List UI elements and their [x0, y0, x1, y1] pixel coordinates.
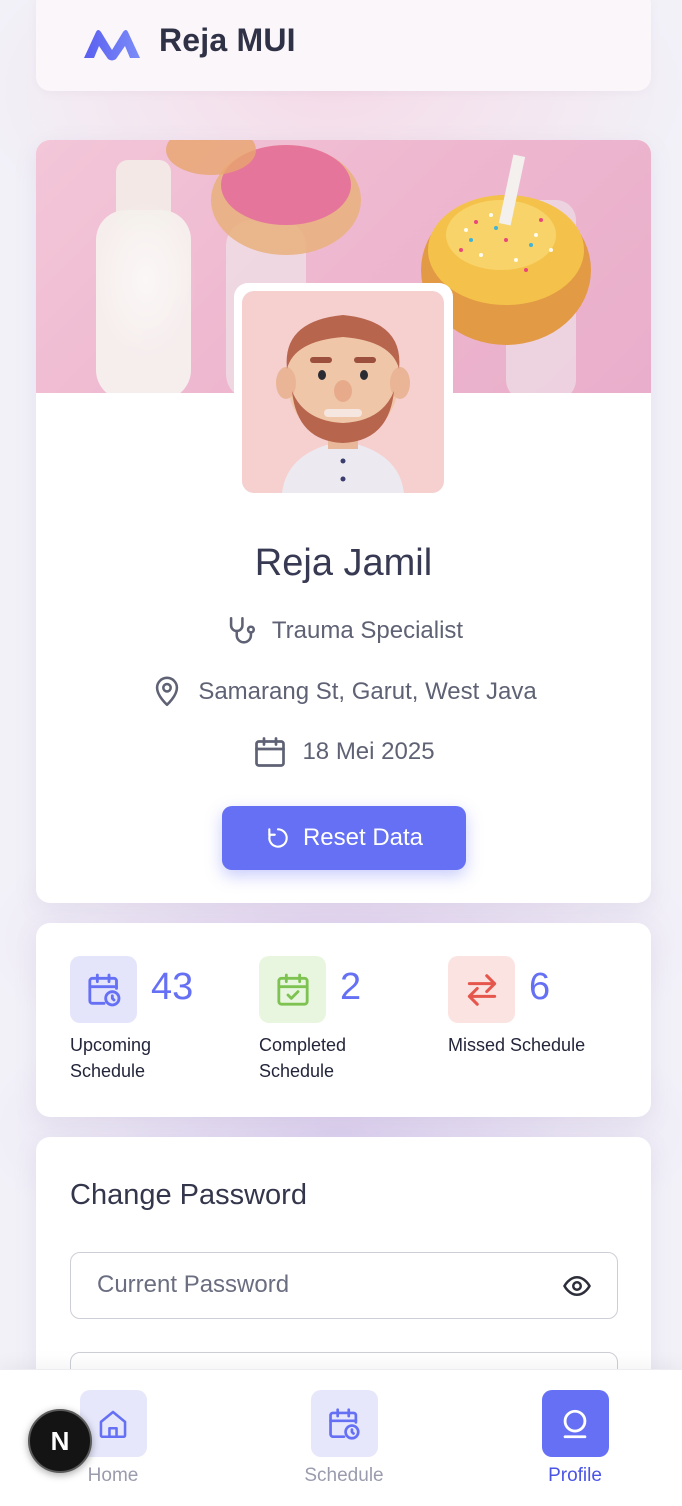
map-pin-icon — [156, 676, 179, 707]
nav-icon-box — [310, 1390, 378, 1457]
location-text: Samarang St, Garut, West Java — [198, 678, 537, 705]
profile-card: Reja Jamil Trauma Specialist Samarang St… — [36, 140, 651, 903]
calendar-clock-icon — [87, 973, 120, 1006]
eye-icon[interactable] — [561, 1271, 593, 1301]
calendar-check-icon — [276, 973, 309, 1006]
date-text: 18 Mei 2025 — [302, 738, 435, 765]
avatar — [242, 291, 444, 493]
reset-data-label: Reset Data — [302, 824, 424, 851]
stat-label: Upcoming Schedule — [70, 1035, 152, 1081]
app-header: Reja MUI — [36, 0, 651, 91]
arrows-exchange-icon — [467, 973, 496, 1006]
stat-label: Completed Schedule — [259, 1035, 347, 1081]
calendar-clock-icon — [329, 1407, 360, 1440]
current-password-input[interactable] — [97, 1253, 537, 1317]
home-icon — [99, 1410, 127, 1438]
stat-icon-box — [259, 956, 326, 1023]
change-password-title: Change Password — [70, 1179, 307, 1211]
calendar-icon — [255, 737, 286, 767]
specialty-row: Trauma Specialist — [36, 614, 651, 648]
stat-icon-box — [448, 956, 515, 1023]
profile-page: Reja MUI Reja Jamil Trauma Specialist Sa… — [0, 0, 682, 1506]
nav-item-schedule[interactable]: Schedule — [284, 1390, 404, 1487]
bearded-man-3d-avatar — [276, 315, 410, 493]
profile-name: Reja Jamil — [254, 542, 433, 584]
reset-data-button[interactable]: Reset Data — [222, 806, 466, 870]
brand-name: Reja MUI — [159, 22, 296, 58]
date-row: 18 Mei 2025 — [36, 734, 651, 770]
nav-label-schedule: Schedule — [304, 1465, 384, 1486]
nav-label-profile: Profile — [548, 1465, 602, 1486]
stethoscope-icon — [229, 616, 255, 644]
stat-icon-box — [70, 956, 137, 1023]
current-password-field — [70, 1252, 618, 1319]
location-row: Samarang St, Garut, West Java — [36, 674, 651, 710]
next-dev-indicator-button[interactable]: N — [28, 1409, 92, 1473]
user-icon — [563, 1409, 587, 1438]
nav-icon-box — [541, 1390, 609, 1457]
refresh-icon — [268, 828, 288, 848]
bottom-navigation: Home Schedule Profile — [0, 1369, 682, 1506]
stat-value: 2 — [340, 966, 362, 1008]
mui-logo-icon — [84, 30, 140, 61]
nav-item-profile[interactable]: Profile — [515, 1390, 635, 1487]
stat-value: 6 — [529, 966, 551, 1008]
specialty-text: Trauma Specialist — [271, 617, 464, 644]
stats-card: 43 Upcoming Schedule 2 Completed Schedul… — [36, 923, 651, 1117]
stat-value: 43 — [151, 966, 194, 1008]
stat-label: Missed Schedule — [448, 1035, 586, 1055]
avatar-frame — [234, 283, 453, 502]
